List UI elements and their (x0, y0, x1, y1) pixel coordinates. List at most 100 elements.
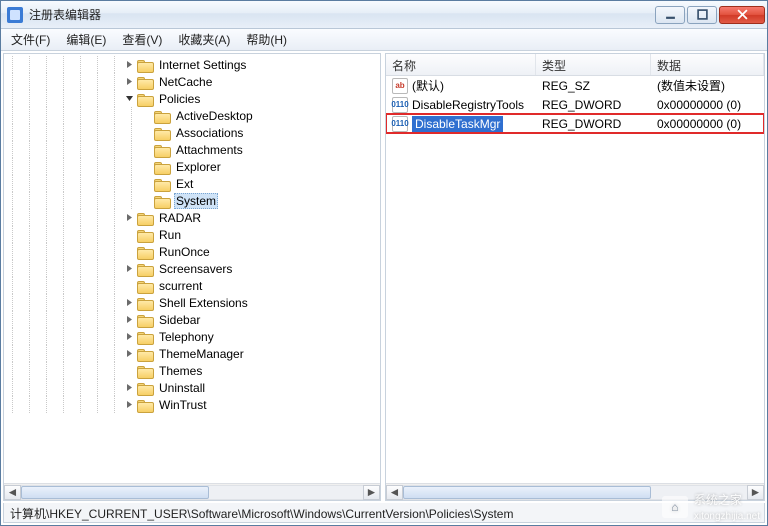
tree-node-label: Associations (174, 126, 245, 140)
menu-view[interactable]: 查看(V) (114, 29, 170, 50)
scroll-right-button[interactable]: ► (363, 485, 380, 500)
statusbar: 计算机\HKEY_CURRENT_USER\Software\Microsoft… (3, 503, 765, 523)
tree-node[interactable]: Policies (4, 90, 380, 107)
tree-node-label: WinTrust (157, 398, 209, 412)
value-name: DisableRegistryTools (412, 98, 524, 112)
scroll-left-button[interactable]: ◄ (4, 485, 21, 500)
values-list[interactable]: ab(默认)REG_SZ(数值未设置)0110DisableRegistryTo… (386, 76, 764, 483)
value-data: 0x00000000 (0) (651, 97, 764, 113)
minimize-button[interactable] (655, 6, 685, 24)
folder-icon (137, 313, 153, 327)
tree-node[interactable]: System (4, 192, 380, 209)
folder-icon (137, 211, 153, 225)
folder-icon (137, 364, 153, 378)
folder-icon (137, 296, 153, 310)
tree-node[interactable]: RADAR (4, 209, 380, 226)
expand-icon[interactable] (123, 59, 135, 71)
value-row[interactable]: 0110DisableRegistryToolsREG_DWORD0x00000… (386, 95, 764, 114)
folder-icon (137, 330, 153, 344)
folder-icon (154, 143, 170, 157)
tree-hscrollbar[interactable]: ◄ ► (4, 483, 380, 500)
tree-node-label: ActiveDesktop (174, 109, 255, 123)
tree-node[interactable]: RunOnce (4, 243, 380, 260)
window-title: 注册表编辑器 (29, 6, 653, 23)
value-row[interactable]: ab(默认)REG_SZ(数值未设置) (386, 76, 764, 95)
column-type[interactable]: 类型 (536, 54, 651, 75)
scroll-thumb[interactable] (21, 486, 209, 499)
expand-icon[interactable] (123, 76, 135, 88)
folder-icon (137, 381, 153, 395)
scroll-track[interactable] (403, 485, 747, 500)
folder-icon (137, 279, 153, 293)
tree-node[interactable]: Run (4, 226, 380, 243)
tree-node-label: Telephony (157, 330, 216, 344)
menu-edit[interactable]: 编辑(E) (58, 29, 114, 50)
tree-node[interactable]: Themes (4, 362, 380, 379)
scroll-thumb[interactable] (403, 486, 651, 499)
registry-tree[interactable]: Internet SettingsNetCachePolicies ActiveD… (4, 54, 380, 483)
values-pane: 名称 类型 数据 ab(默认)REG_SZ(数值未设置)0110DisableR… (385, 53, 765, 501)
tree-node-label: Uninstall (157, 381, 207, 395)
tree-node[interactable]: Explorer (4, 158, 380, 175)
tree-node[interactable]: ActiveDesktop (4, 107, 380, 124)
tree-node[interactable]: scurrent (4, 277, 380, 294)
scroll-right-button[interactable]: ► (747, 485, 764, 500)
values-hscrollbar[interactable]: ◄ ► (386, 483, 764, 500)
folder-icon (154, 109, 170, 123)
tree-node[interactable]: Attachments (4, 141, 380, 158)
tree-node[interactable]: NetCache (4, 73, 380, 90)
menu-help[interactable]: 帮助(H) (238, 29, 295, 50)
folder-icon (137, 92, 153, 106)
tree-node-label: RunOnce (157, 245, 212, 259)
value-name: DisableTaskMgr (412, 116, 503, 132)
value-data: (数值未设置) (651, 76, 764, 95)
collapse-icon[interactable] (123, 93, 135, 105)
tree-node[interactable]: Uninstall (4, 379, 380, 396)
value-type: REG_DWORD (536, 116, 651, 132)
menu-file[interactable]: 文件(F) (3, 29, 58, 50)
folder-icon (154, 177, 170, 191)
scroll-left-button[interactable]: ◄ (386, 485, 403, 500)
menu-favorites[interactable]: 收藏夹(A) (170, 29, 238, 50)
titlebar[interactable]: 注册表编辑器 (1, 1, 767, 29)
close-button[interactable] (719, 6, 765, 24)
expand-icon[interactable] (123, 382, 135, 394)
registry-editor-window: 注册表编辑器 文件(F) 编辑(E) 查看(V) 收藏夹(A) 帮助(H) In… (0, 0, 768, 526)
tree-node[interactable]: Associations (4, 124, 380, 141)
tree-node[interactable]: Telephony (4, 328, 380, 345)
tree-node[interactable]: Ext (4, 175, 380, 192)
folder-icon (137, 228, 153, 242)
values-header[interactable]: 名称 类型 数据 (386, 54, 764, 76)
expand-icon[interactable] (123, 399, 135, 411)
tree-node[interactable]: Sidebar (4, 311, 380, 328)
tree-node[interactable]: Screensavers (4, 260, 380, 277)
maximize-button[interactable] (687, 6, 717, 24)
binary-value-icon: 0110 (392, 116, 408, 132)
scroll-track[interactable] (21, 485, 363, 500)
column-data[interactable]: 数据 (651, 54, 764, 75)
value-row[interactable]: 0110DisableTaskMgrREG_DWORD0x00000000 (0… (386, 114, 764, 133)
tree-node-label: Attachments (174, 143, 245, 157)
tree-node-label: Screensavers (157, 262, 234, 276)
tree-node-label: scurrent (157, 279, 204, 293)
tree-node[interactable]: ThemeManager (4, 345, 380, 362)
folder-icon (137, 245, 153, 259)
folder-icon (154, 160, 170, 174)
tree-node-label: Explorer (174, 160, 223, 174)
app-icon (7, 7, 23, 23)
folder-icon (137, 58, 153, 72)
expand-icon[interactable] (123, 331, 135, 343)
value-name: (默认) (412, 77, 444, 94)
tree-node[interactable]: Internet Settings (4, 56, 380, 73)
split-panes: Internet SettingsNetCachePolicies ActiveD… (1, 51, 767, 503)
expand-icon[interactable] (123, 297, 135, 309)
expand-icon[interactable] (123, 314, 135, 326)
column-name[interactable]: 名称 (386, 54, 536, 75)
folder-icon (137, 262, 153, 276)
expand-icon[interactable] (123, 212, 135, 224)
expand-icon[interactable] (123, 348, 135, 360)
tree-node[interactable]: WinTrust (4, 396, 380, 413)
tree-node[interactable]: Shell Extensions (4, 294, 380, 311)
folder-icon (137, 398, 153, 412)
expand-icon[interactable] (123, 263, 135, 275)
